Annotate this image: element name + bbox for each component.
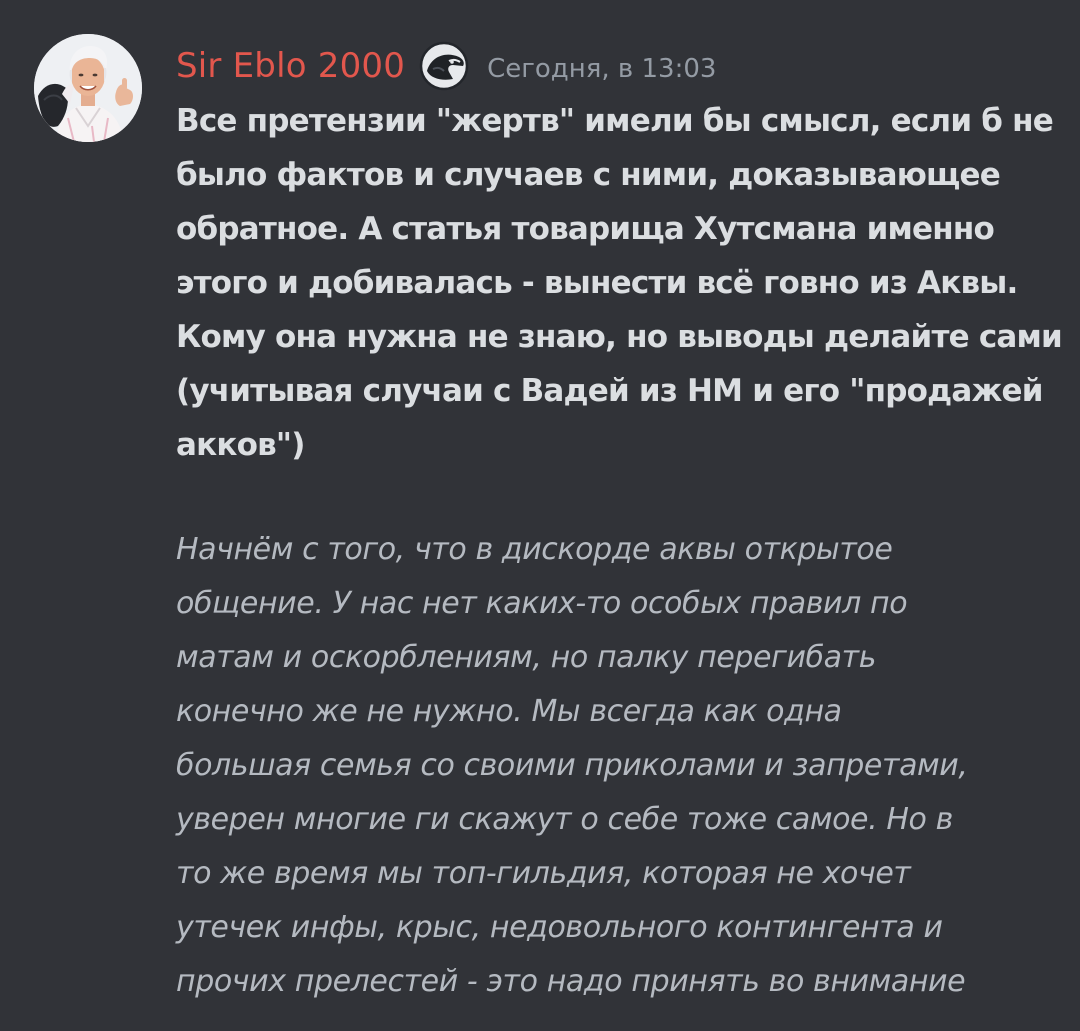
message-line: обратное. А статья товарища Хутсмана име… [176, 211, 995, 247]
message-content: Все претензии "жертв" имели бы смысл, ес… [176, 94, 1063, 472]
message-line: Все претензии "жертв" имели бы смысл, ес… [176, 103, 1054, 139]
quote-line: конечно же не нужно. Мы всегда как одна [176, 694, 842, 729]
eagle-head-icon[interactable] [419, 41, 469, 91]
message-line: (учитывая случаи с Вадей из НМ и его "пр… [176, 373, 1043, 409]
author-name[interactable]: Sir Eblo 2000 [176, 46, 405, 86]
message-timestamp: Сегодня, в 13:03 [487, 54, 717, 84]
avatar[interactable] [34, 34, 142, 142]
quote-line: общение. У нас нет каких-то особых прави… [176, 586, 908, 621]
quote-line: большая семья со своими приколами и запр… [176, 748, 968, 783]
quote-line: Начнём с того, что в дискорде аквы откры… [176, 532, 893, 567]
quote-line: утечек инфы, крыс, недовольного континге… [176, 910, 943, 945]
quote-line: то же время мы топ-гильдия, которая не х… [176, 856, 911, 891]
quoted-article-text: Начнём с того, что в дискорде аквы откры… [176, 523, 1056, 1009]
avatar-photo [34, 34, 142, 142]
message-line: Кому она нужна не знаю, но выводы делайт… [176, 319, 1063, 355]
message-header: Sir Eblo 2000 Сегодня, в 13:03 [176, 38, 716, 94]
message-line: этого и добивалась - вынести всё говно и… [176, 265, 1018, 301]
quote-line: матам и оскорблениям, но палку перегибат… [176, 640, 876, 675]
message-line: акков") [176, 427, 305, 463]
quote-line: прочих прелестей - это надо принять во в… [176, 964, 966, 999]
chat-message: Sir Eblo 2000 Сегодня, в 13:03 Все прете… [0, 0, 1080, 1031]
quote-line: уверен многие ги скажут о себе тоже само… [176, 802, 953, 837]
message-line: было фактов и случаев с ними, доказывающ… [176, 157, 1001, 193]
